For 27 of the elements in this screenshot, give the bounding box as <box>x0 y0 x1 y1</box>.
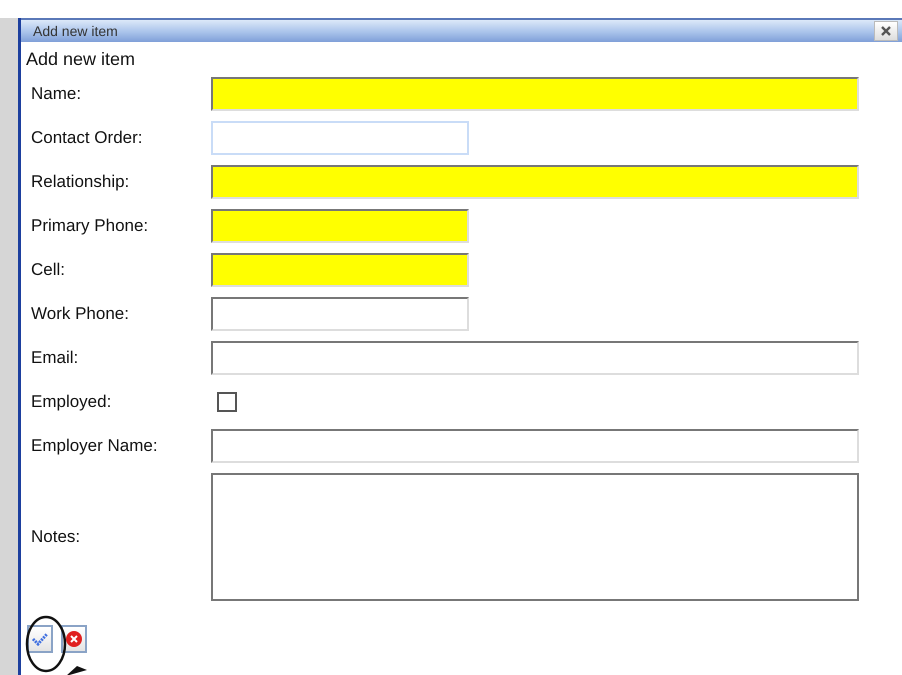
input-field[interactable] <box>211 209 469 243</box>
input-field[interactable] <box>211 429 859 463</box>
cancel-icon <box>65 630 83 648</box>
field-label: Notes: <box>31 526 82 548</box>
window-title: Add new item <box>33 22 118 40</box>
input-field[interactable] <box>211 77 859 111</box>
input-field[interactable] <box>211 165 859 199</box>
input-field[interactable] <box>211 253 469 287</box>
field-label: Work Phone: <box>31 303 130 326</box>
field-label: Primary Phone: <box>31 215 150 238</box>
checkmark-icon <box>31 632 49 646</box>
field-label: Employed: <box>31 391 112 414</box>
field-label: Name: <box>31 83 82 106</box>
input-field[interactable] <box>211 297 469 331</box>
save-button[interactable] <box>27 625 53 653</box>
notes-field[interactable] <box>211 473 859 601</box>
field-label: Email: <box>31 347 80 370</box>
field-label: Relationship: <box>31 171 130 194</box>
cancel-button[interactable] <box>61 625 87 653</box>
checkbox[interactable] <box>217 392 237 412</box>
field-label: Employer Name: <box>31 435 159 458</box>
field-label: Contact Order: <box>31 127 144 150</box>
field-label: Cell: <box>31 259 66 282</box>
form-heading: Add new item <box>26 49 136 69</box>
close-icon <box>880 25 892 37</box>
input-field[interactable] <box>211 341 859 375</box>
close-button[interactable] <box>874 21 898 41</box>
